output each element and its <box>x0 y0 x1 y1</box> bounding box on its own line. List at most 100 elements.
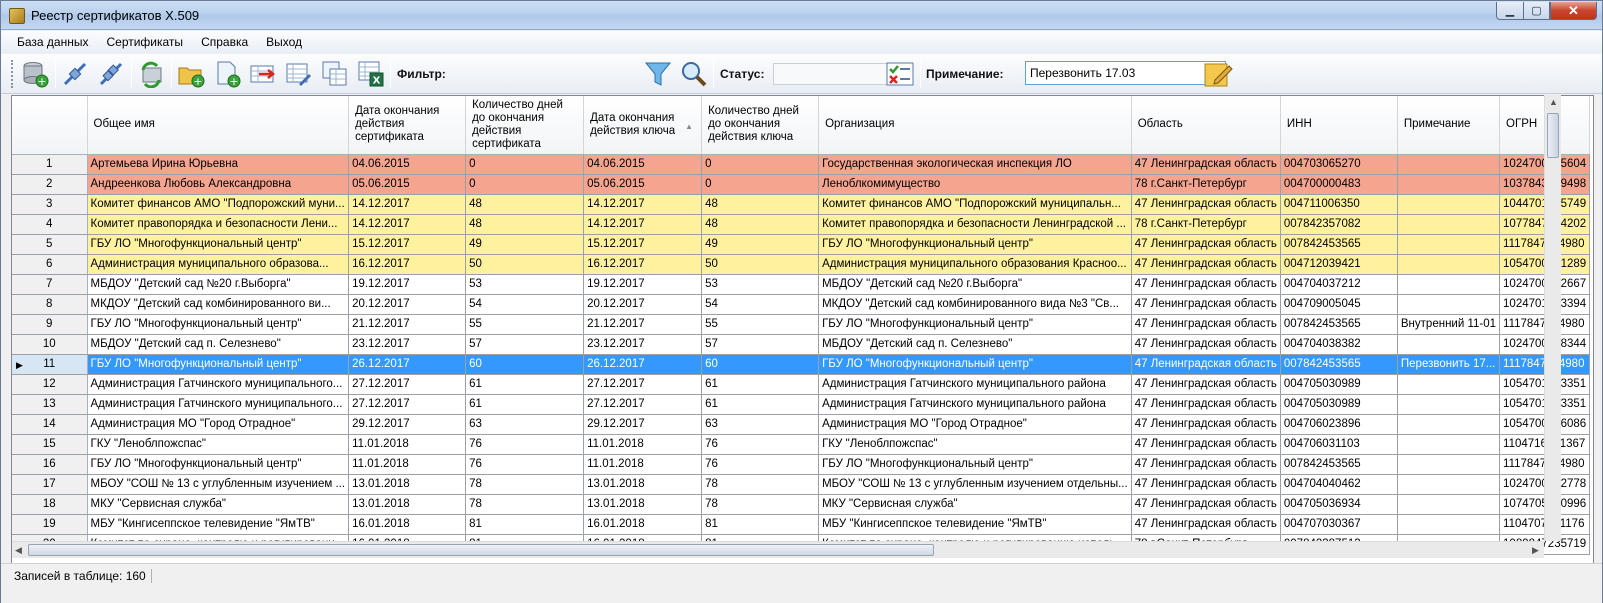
note-input[interactable] <box>1025 61 1226 85</box>
cell-inn[interactable]: 004711006350 <box>1280 194 1398 215</box>
cell-cert-days-left[interactable]: 0 <box>465 174 585 195</box>
cell-cert-end-date[interactable]: 26.12.2017 <box>348 354 467 375</box>
cell-key-end-date[interactable]: 14.12.2017 <box>583 194 703 215</box>
table-row[interactable]: 12 Администрация Гатчинского муниципально… <box>12 374 1591 395</box>
cell-organization[interactable]: МБДОУ "Детский сад п. Селезнево" <box>818 334 1132 355</box>
menu-help[interactable]: Справка <box>201 35 248 49</box>
cell-note[interactable] <box>1397 274 1501 295</box>
cell-key-days-left[interactable]: 78 <box>701 474 820 495</box>
apply-filter-button[interactable] <box>642 59 674 89</box>
table-row[interactable]: 19 МБУ "Кингисеппское телевидение "ЯмТВ" 1… <box>12 514 1591 535</box>
certificate-grid[interactable]: Общее имя Дата окончания действия сертиф… <box>11 95 1594 571</box>
cell-key-end-date[interactable]: 11.01.2018 <box>583 454 703 475</box>
table-row[interactable]: 4 Комитет правопорядка и безопасности Лен… <box>12 214 1591 235</box>
cell-inn[interactable]: 004706023896 <box>1280 414 1398 435</box>
cell-key-end-date[interactable]: 20.12.2017 <box>583 294 703 315</box>
cell-region[interactable]: 47 Ленинградская область <box>1131 274 1281 295</box>
row-header[interactable]: 6 <box>12 254 88 275</box>
cell-cert-days-left[interactable]: 0 <box>465 154 585 175</box>
cell-region[interactable]: 47 Ленинградская область <box>1131 414 1281 435</box>
cell-common-name[interactable]: ГКУ "Леноблпожспас" <box>87 434 350 455</box>
filter-input[interactable] <box>453 63 653 85</box>
cell-cert-days-left[interactable]: 48 <box>465 194 585 215</box>
edit-table-button[interactable] <box>283 59 315 89</box>
cell-cert-days-left[interactable]: 63 <box>465 414 585 435</box>
cell-key-end-date[interactable]: 11.01.2018 <box>583 434 703 455</box>
row-header[interactable]: 9 <box>12 314 88 335</box>
title-bar[interactable]: Реестр сертификатов X.509 ▁ ▢ ✕ <box>1 1 1602 30</box>
cell-inn[interactable]: 004704037212 <box>1280 274 1398 295</box>
cell-note[interactable] <box>1397 214 1501 235</box>
cell-inn[interactable]: 004704038382 <box>1280 334 1398 355</box>
cell-cert-days-left[interactable]: 76 <box>465 434 585 455</box>
table-row[interactable]: 3 Комитет финансов АМО "Подпорожский муни… <box>12 194 1591 215</box>
cell-common-name[interactable]: МБОУ "СОШ № 13 с углубленным изучением .… <box>87 474 350 495</box>
row-header[interactable]: 4 <box>12 214 88 235</box>
table-row-selected[interactable]: ▶ 11 ГБУ ЛО "Многофункциональный центр" 26.… <box>12 354 1591 375</box>
cell-note[interactable] <box>1397 174 1501 195</box>
cell-common-name[interactable]: Администрация Гатчинского муниципального… <box>87 374 350 395</box>
cell-cert-days-left[interactable]: 76 <box>465 454 585 475</box>
row-header[interactable]: 18 <box>12 494 88 515</box>
refresh-button[interactable] <box>135 59 167 89</box>
cell-key-end-date[interactable]: 16.12.2017 <box>583 254 703 275</box>
cell-region[interactable]: 47 Ленинградская область <box>1131 394 1281 415</box>
search-button[interactable] <box>678 59 710 89</box>
column-header-cert-end-date[interactable]: Дата окончания действия сертификата <box>348 96 467 155</box>
cell-region[interactable]: 47 Ленинградская область <box>1131 514 1281 535</box>
cell-region[interactable]: 47 Ленинградская область <box>1131 314 1281 335</box>
toolbar-grip[interactable] <box>11 60 14 88</box>
cell-common-name[interactable]: МБДОУ "Детский сад п. Селезнево" <box>87 334 350 355</box>
disconnect-button[interactable] <box>95 59 127 89</box>
cell-common-name[interactable]: МКУ "Сервисная служба" <box>87 494 350 515</box>
vertical-scrollbar[interactable]: ▲ <box>1544 95 1561 541</box>
table-row[interactable]: 2 Андреенкова Любовь Александровна 05.06.2… <box>12 174 1591 195</box>
cell-key-end-date[interactable]: 21.12.2017 <box>583 314 703 335</box>
cell-key-days-left[interactable]: 63 <box>701 414 820 435</box>
cell-note[interactable] <box>1397 254 1501 275</box>
cell-organization[interactable]: Администрация муниципального образования… <box>818 254 1132 275</box>
cell-inn[interactable]: 007842357082 <box>1280 214 1398 235</box>
row-header[interactable]: 1 <box>12 154 88 175</box>
cell-region[interactable]: 47 Ленинградская область <box>1131 154 1281 175</box>
close-button[interactable]: ✕ <box>1550 2 1597 20</box>
cell-inn[interactable]: 007842453565 <box>1280 314 1398 335</box>
cell-region[interactable]: 47 Ленинградская область <box>1131 494 1281 515</box>
cell-key-days-left[interactable]: 76 <box>701 454 820 475</box>
cell-inn[interactable]: 007842453565 <box>1280 234 1398 255</box>
cell-inn[interactable]: 004705030989 <box>1280 374 1398 395</box>
cell-key-days-left[interactable]: 50 <box>701 254 820 275</box>
scroll-up-icon[interactable]: ▲ <box>1549 97 1558 107</box>
cell-common-name[interactable]: ГБУ ЛО "Многофункциональный центр" <box>87 314 350 335</box>
scroll-right-icon[interactable]: ▶ <box>1532 545 1539 556</box>
column-header-key-end-date[interactable]: Дата окончания действия ключа ▲ <box>583 96 703 155</box>
cell-cert-days-left[interactable]: 60 <box>465 354 585 375</box>
row-header[interactable]: 8 <box>12 294 88 315</box>
cell-key-end-date[interactable]: 15.12.2017 <box>583 234 703 255</box>
cell-key-days-left[interactable]: 0 <box>701 154 820 175</box>
cell-key-end-date[interactable]: 14.12.2017 <box>583 214 703 235</box>
column-header-inn[interactable]: ИНН <box>1280 96 1398 155</box>
cell-cert-days-left[interactable]: 50 <box>465 254 585 275</box>
cell-common-name[interactable]: ГБУ ЛО "Многофункциональный центр" <box>87 454 350 475</box>
row-header[interactable]: 15 <box>12 434 88 455</box>
set-status-button[interactable] <box>884 59 916 89</box>
horizontal-scroll-thumb[interactable] <box>28 544 934 556</box>
cell-organization[interactable]: МБУ "Кингисеппское телевидение "ЯмТВ" <box>818 514 1132 535</box>
cell-cert-end-date[interactable]: 04.06.2015 <box>348 154 467 175</box>
cell-region[interactable]: 47 Ленинградская область <box>1131 374 1281 395</box>
vertical-scroll-thumb[interactable] <box>1547 113 1559 158</box>
row-header[interactable]: 5 <box>12 234 88 255</box>
cell-note[interactable] <box>1397 374 1501 395</box>
cell-key-end-date[interactable]: 27.12.2017 <box>583 374 703 395</box>
row-header[interactable]: 13 <box>12 394 88 415</box>
column-header-common-name[interactable]: Общее имя <box>87 96 350 155</box>
cell-region[interactable]: 47 Ленинградская область <box>1131 334 1281 355</box>
cell-key-days-left[interactable]: 61 <box>701 394 820 415</box>
cell-inn[interactable]: 007842453565 <box>1280 354 1398 375</box>
add-database-button[interactable]: + <box>19 59 51 89</box>
cell-cert-end-date[interactable]: 15.12.2017 <box>348 234 467 255</box>
cell-cert-end-date[interactable]: 16.01.2018 <box>348 514 467 535</box>
cell-organization[interactable]: Леноблкомимущество <box>818 174 1132 195</box>
cell-common-name[interactable]: ГБУ ЛО "Многофункциональный центр" <box>87 354 350 375</box>
